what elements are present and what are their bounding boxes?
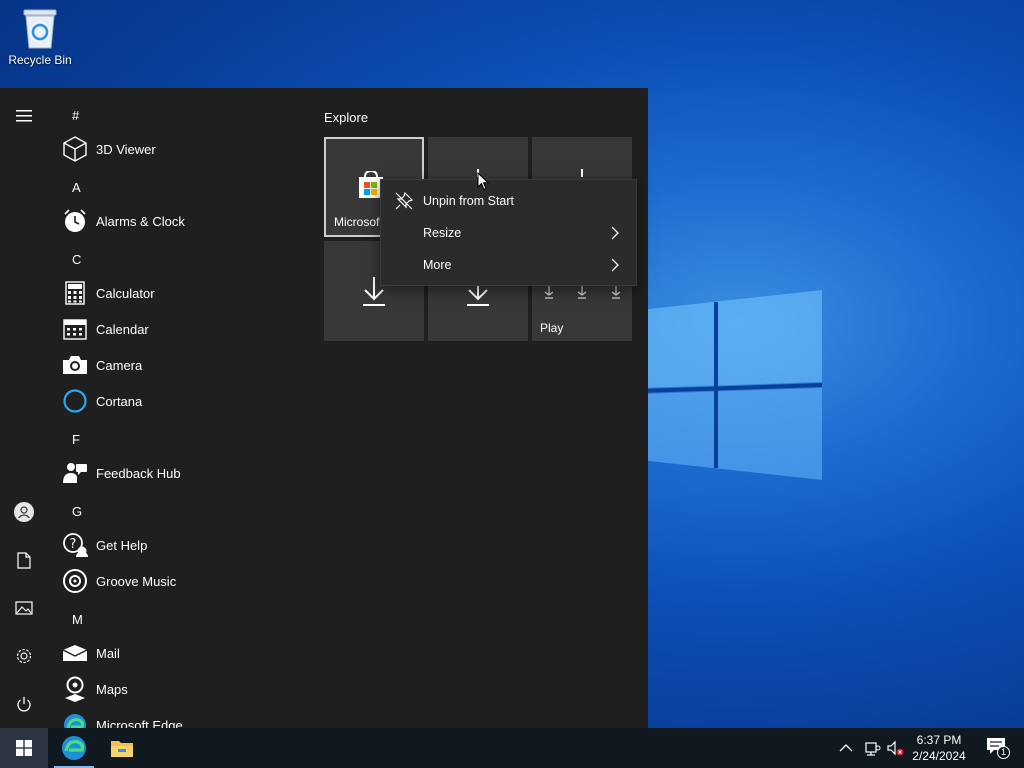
app-name: Maps [96,681,128,697]
3d-viewer-icon [60,134,90,164]
chevron-right-icon [611,258,619,272]
pictures-button[interactable] [0,584,48,632]
app-item-calculator[interactable]: Calculator [60,275,300,311]
user-account-button[interactable] [0,488,48,536]
alarms-clock-icon [60,206,90,236]
edge-icon [62,736,86,760]
cortana-icon [60,386,90,416]
download-icon [542,285,622,304]
svg-text:?: ? [70,537,77,552]
user-account-icon [14,502,34,522]
notification-count-badge: 1 [997,746,1010,759]
hamburger-menu-icon [16,110,32,122]
file-explorer-icon [111,741,133,757]
app-item-camera[interactable]: Camera [60,347,300,383]
taskbar: 6:37 PM 2/24/2024 1 [0,728,1024,768]
settings-button[interactable] [0,632,48,680]
documents-button[interactable] [0,536,48,584]
app-name: Feedback Hub [96,465,181,481]
group-header-g[interactable]: G [72,504,82,519]
menu-item-resize[interactable]: Resize [381,217,636,249]
action-center-button[interactable]: 1 [978,728,1018,768]
power-icon [17,696,31,711]
edge-icon [60,710,90,728]
mail-icon [60,638,90,668]
calculator-icon [60,278,90,308]
menu-item-unpin-from-start[interactable]: Unpin from Start [381,185,636,217]
taskbar-file-explorer-button[interactable] [100,728,144,768]
start-button[interactable] [0,728,48,768]
app-name: Cortana [96,393,143,409]
clock-date: 2/24/2024 [912,749,966,763]
pictures-icon [15,601,33,615]
app-name: Get Help [96,537,148,553]
taskbar-clock[interactable]: 6:37 PM 2/24/2024 [908,732,970,764]
app-item-maps[interactable]: Maps [60,671,300,707]
app-item-alarms-clock[interactable]: Alarms & Clock [60,203,300,239]
app-name: Camera [96,357,143,373]
unpin-icon [395,192,413,210]
menu-item-more[interactable]: More [381,249,636,281]
chevron-up-icon[interactable] [836,738,856,758]
hamburger-menu-button[interactable] [0,92,48,140]
menu-item-label: More [423,258,452,272]
start-rail [0,88,48,728]
menu-item-label: Unpin from Start [423,194,515,208]
notification-icon: 1 [986,737,1010,759]
app-item-groove-music[interactable]: Groove Music [60,563,300,599]
documents-icon [17,551,31,569]
chevron-right-icon [611,226,619,240]
app-name: Calendar [96,321,149,337]
app-item-get-help[interactable]: ? Get Help [60,527,300,563]
app-list: # 3D Viewer A Alarms & Clock C Calculato… [56,88,306,728]
windows-start-icon [16,740,32,756]
app-name: Alarms & Clock [96,213,185,229]
mouse-cursor-icon [477,172,489,191]
recycle-bin-label: Recycle Bin [8,53,72,67]
clock-time: 6:37 PM [916,733,962,747]
app-item-feedback-hub[interactable]: Feedback Hub [60,455,300,491]
group-header-f[interactable]: F [72,432,80,447]
volume-muted-icon[interactable] [886,738,906,758]
maps-icon [60,674,90,704]
app-name: Mail [96,645,120,661]
taskbar-edge-button[interactable] [52,728,96,768]
groove-music-icon [60,566,90,596]
group-header-hash[interactable]: # [72,108,79,123]
network-icon[interactable] [862,738,882,758]
app-name: Calculator [96,285,155,301]
app-item-mail[interactable]: Mail [60,635,300,671]
get-help-icon: ? [60,530,90,560]
calendar-icon [60,314,90,344]
menu-item-label: Resize [423,226,462,240]
app-name: Groove Music [96,573,177,589]
tiles-group-title[interactable]: Explore [324,110,368,125]
app-item-cortana[interactable]: Cortana [60,383,300,419]
settings-gear-icon [16,648,32,664]
tile-label: Play [540,321,564,335]
app-name: Microsoft Edge [96,717,183,729]
power-button[interactable] [0,680,48,728]
wallpaper-windows-logo [639,270,840,500]
desktop-recycle-bin[interactable]: Recycle Bin [4,6,76,67]
recycle-bin-icon [20,6,60,50]
tile-label: Microsoft [334,215,383,229]
group-header-m[interactable]: M [72,612,83,627]
tile-context-menu: Unpin from Start Resize More [380,179,637,286]
app-item-microsoft-edge[interactable]: Microsoft Edge [60,707,300,728]
camera-icon [60,350,90,380]
group-header-c[interactable]: C [72,252,81,267]
feedback-hub-icon [60,458,90,488]
app-item-calendar[interactable]: Calendar [60,311,300,347]
group-header-a[interactable]: A [72,180,81,195]
app-name: 3D Viewer [96,141,156,157]
app-item-3d-viewer[interactable]: 3D Viewer [60,131,300,167]
